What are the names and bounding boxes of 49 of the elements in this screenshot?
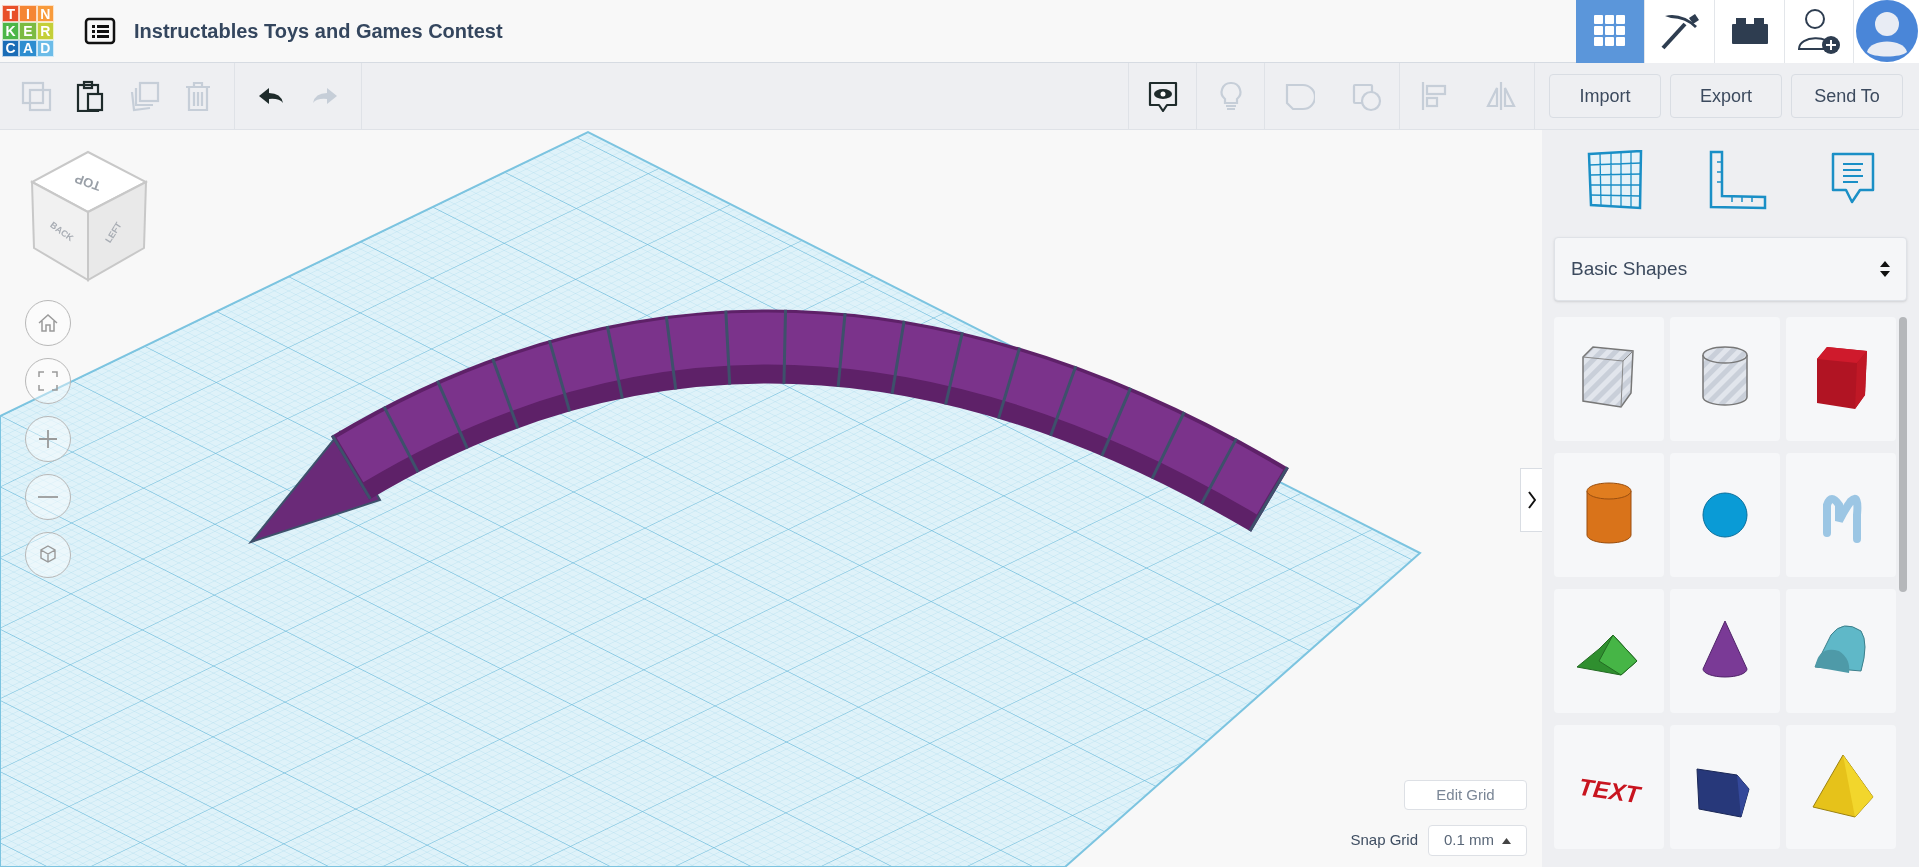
workplane-grid[interactable]: [0, 130, 1422, 867]
logo-letter: T: [2, 5, 20, 23]
home-view-button[interactable]: [25, 300, 71, 346]
worm-model-drawing[interactable]: [248, 310, 1288, 544]
snap-grid-label: Snap Grid: [1350, 830, 1418, 851]
shape-card[interactable]: TEXT: [1554, 725, 1665, 849]
view-mode-tab[interactable]: [1644, 0, 1714, 63]
perspective-button[interactable]: [25, 532, 71, 578]
copy-icon: [20, 80, 52, 112]
up-down-caret-icon: [1880, 261, 1890, 277]
grid-icon: [1593, 14, 1627, 48]
avatar-icon[interactable]: [1855, 0, 1918, 62]
design-title[interactable]: Instructables Toys and Games Contest: [134, 16, 503, 46]
panel-collapse-button[interactable]: [1520, 468, 1542, 532]
text-shape-label: TEXT: [1577, 772, 1642, 809]
mirror-icon: [1484, 80, 1517, 112]
logo-letter: E: [19, 22, 37, 40]
logo[interactable]: T I N K E R C A D: [2, 5, 54, 57]
menu-list-icon[interactable]: [84, 17, 116, 45]
chevron-right-icon: [1527, 491, 1536, 509]
fit-view-button[interactable]: [25, 358, 71, 404]
action-button[interactable]: Import: [1549, 74, 1661, 118]
zoom-in-button[interactable]: [25, 416, 71, 462]
action-button[interactable]: Send To: [1791, 74, 1903, 118]
plus-icon: [37, 428, 59, 450]
workplane-icon[interactable]: [1585, 150, 1644, 210]
zoom-out-button[interactable]: [25, 474, 71, 520]
add-user-icon: [1797, 7, 1841, 55]
view-mode-tab[interactable]: [1714, 0, 1784, 63]
snap-grid-dropdown[interactable]: 0.1 mm: [1428, 825, 1527, 856]
scrollbar[interactable]: [1899, 317, 1907, 592]
minus-icon: [38, 496, 58, 498]
shape-card[interactable]: [1786, 317, 1897, 441]
logo-letter: I: [19, 5, 37, 23]
fit-view-icon: [37, 370, 59, 392]
paste-icon: [74, 80, 106, 112]
shape-library-dropdown[interactable]: Basic Shapes: [1554, 237, 1907, 301]
home-icon: [37, 312, 59, 334]
action-button[interactable]: Export: [1670, 74, 1782, 118]
logo-letter: K: [2, 22, 20, 40]
shape-card[interactable]: [1670, 725, 1781, 849]
cube-outline-icon: [37, 544, 59, 566]
edit-grid-button[interactable]: Edit Grid: [1404, 780, 1527, 810]
brick-icon: [1729, 16, 1770, 46]
invite-user-button[interactable]: [1784, 0, 1853, 63]
caret-up-icon: [1502, 837, 1511, 844]
eye-speech-bubble-icon: [1146, 80, 1179, 112]
shape-card[interactable]: [1670, 589, 1781, 713]
duplicate-icon: [128, 80, 160, 112]
